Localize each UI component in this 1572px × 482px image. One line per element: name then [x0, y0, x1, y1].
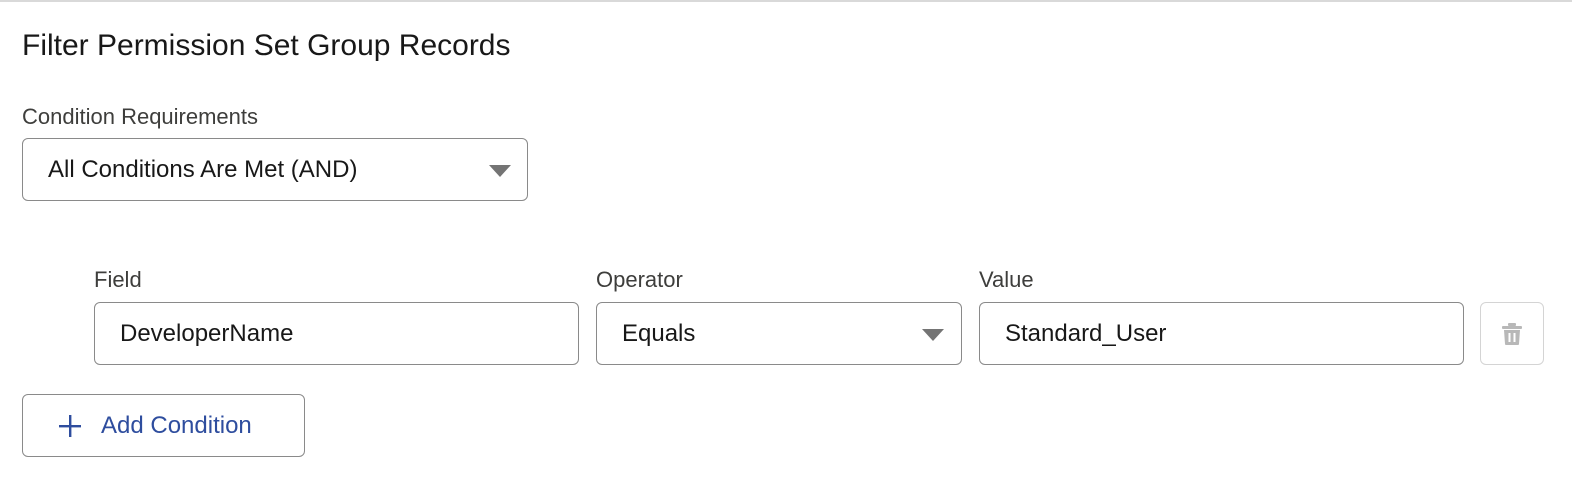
field-input[interactable]: DeveloperName — [94, 302, 579, 365]
value-label: Value — [979, 267, 1034, 292]
condition-requirements-select[interactable]: All Conditions Are Met (AND) — [22, 138, 528, 201]
add-condition-button[interactable]: Add Condition — [22, 394, 305, 457]
plus-icon — [59, 414, 81, 437]
top-divider — [0, 0, 1572, 2]
operator-label: Operator — [596, 267, 683, 292]
page-title: Filter Permission Set Group Records — [22, 29, 511, 62]
add-condition-label: Add Condition — [101, 411, 252, 439]
value-input-value: Standard_User — [1005, 319, 1167, 347]
chevron-down-icon — [489, 165, 511, 177]
field-label: Field — [94, 267, 142, 292]
chevron-down-icon — [922, 329, 944, 341]
condition-requirements-value: All Conditions Are Met (AND) — [48, 155, 358, 183]
operator-select-value: Equals — [622, 319, 696, 347]
delete-condition-button[interactable] — [1480, 302, 1544, 365]
value-input[interactable]: Standard_User — [979, 302, 1464, 365]
trash-icon — [1502, 322, 1522, 345]
field-input-value: DeveloperName — [120, 319, 294, 347]
operator-select[interactable]: Equals — [596, 302, 962, 365]
condition-requirements-label: Condition Requirements — [22, 104, 259, 129]
